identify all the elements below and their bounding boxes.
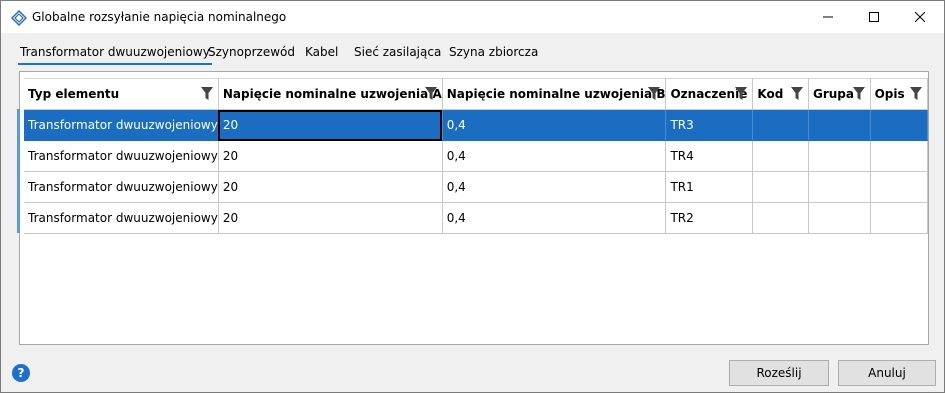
filter-icon[interactable] <box>910 87 922 100</box>
cancel-button[interactable]: Anuluj <box>838 360 936 386</box>
column-header-napiecie-b[interactable]: Napięcie nominalne uzwojenia B <box>442 78 667 110</box>
cell-oznaczenie[interactable]: TR2 <box>665 202 754 234</box>
cell-oznaczenie[interactable]: TR1 <box>665 171 754 203</box>
diamond-icon <box>10 9 28 27</box>
filter-icon[interactable] <box>424 87 437 100</box>
window-title: Globalne rozsyłanie napięcia nominalnego <box>32 10 287 24</box>
maximize-icon <box>869 12 879 22</box>
table-row[interactable]: Transformator dwuuzwojeniowy 20 0,4 TR4 <box>24 140 929 172</box>
column-header-opis[interactable]: Opis <box>870 78 929 110</box>
cell-kod[interactable] <box>752 140 809 172</box>
column-header-typ[interactable]: Typ elementu <box>24 78 219 110</box>
tab-szynoprzewod[interactable]: Szynoprzewód <box>206 45 297 59</box>
column-header-napiecie-a[interactable]: Napięcie nominalne uzwojenia A <box>218 78 443 110</box>
grid-table: Typ elementu Napięcie nominalne uzwojeni… <box>24 78 929 234</box>
cell-typ[interactable]: Transformator dwuuzwojeniowy <box>24 109 219 141</box>
cell-napiecie-a[interactable]: 20 <box>218 171 443 203</box>
tab-siec-zasilajaca[interactable]: Sieć zasilająca <box>352 45 443 59</box>
tab-kabel[interactable]: Kabel <box>303 45 340 59</box>
help-icon[interactable]: ? <box>12 364 30 382</box>
cell-opis[interactable] <box>870 140 929 172</box>
cell-opis[interactable] <box>870 171 929 203</box>
row-marker <box>17 140 20 171</box>
row-marker <box>17 202 20 233</box>
send-button[interactable]: Roześlij <box>729 360 829 386</box>
table-row[interactable]: Transformator dwuuzwojeniowy 20 0,4 TR1 <box>24 171 929 203</box>
filter-icon[interactable] <box>200 87 213 100</box>
row-marker <box>17 171 20 202</box>
filter-icon[interactable] <box>735 87 748 100</box>
cell-napiecie-a[interactable]: 20 <box>218 202 443 234</box>
cell-oznaczenie[interactable]: TR3 <box>665 109 754 141</box>
table-row[interactable]: Transformator dwuuzwojeniowy 20 0,4 TR2 <box>24 202 929 234</box>
row-marker <box>17 109 20 140</box>
minimize-icon <box>823 16 833 18</box>
tab-szyna-zbiorcza[interactable]: Szyna zbiorcza <box>447 45 540 59</box>
cell-opis[interactable] <box>870 202 929 234</box>
dialog-window: Globalne rozsyłanie napięcia nominalnego… <box>0 0 945 393</box>
filter-icon[interactable] <box>648 87 661 100</box>
cell-oznaczenie[interactable]: TR4 <box>665 140 754 172</box>
column-header-grupa[interactable]: Grupa <box>808 78 871 110</box>
filter-icon[interactable] <box>790 87 803 100</box>
cell-grupa[interactable] <box>808 109 871 141</box>
cell-napiecie-a[interactable]: 20 <box>218 140 443 172</box>
cell-typ[interactable]: Transformator dwuuzwojeniowy <box>24 171 219 203</box>
cell-typ[interactable]: Transformator dwuuzwojeniowy <box>24 202 219 234</box>
cell-napiecie-b[interactable]: 0,4 <box>442 140 667 172</box>
cell-napiecie-b[interactable]: 0,4 <box>442 109 667 141</box>
cell-kod[interactable] <box>752 171 809 203</box>
close-button[interactable] <box>897 1 943 33</box>
cell-opis[interactable] <box>870 109 929 141</box>
minimize-button[interactable] <box>805 1 851 33</box>
tab-strip: Transformator dwuuzwojeniowy Szynoprzewó… <box>13 41 933 67</box>
column-header-oznaczenie[interactable]: Oznaczenie <box>665 78 754 110</box>
cell-napiecie-b[interactable]: 0,4 <box>442 171 667 203</box>
data-grid: Typ elementu Napięcie nominalne uzwojeni… <box>17 71 929 345</box>
cell-typ[interactable]: Transformator dwuuzwojeniowy <box>24 140 219 172</box>
header-row: Typ elementu Napięcie nominalne uzwojeni… <box>24 78 929 110</box>
table-row[interactable]: Transformator dwuuzwojeniowy 20 0,4 TR3 <box>24 109 929 141</box>
cell-napiecie-a[interactable]: 20 <box>218 109 443 141</box>
cell-grupa[interactable] <box>808 171 871 203</box>
cell-grupa[interactable] <box>808 140 871 172</box>
cell-kod[interactable] <box>752 202 809 234</box>
title-bar: Globalne rozsyłanie napięcia nominalnego <box>1 1 944 33</box>
tab-transformator[interactable]: Transformator dwuuzwojeniowy <box>18 45 212 65</box>
column-header-kod[interactable]: Kod <box>752 78 809 110</box>
cell-napiecie-b[interactable]: 0,4 <box>442 202 667 234</box>
cell-kod[interactable] <box>752 109 809 141</box>
maximize-button[interactable] <box>851 1 897 33</box>
close-icon <box>915 12 925 22</box>
cell-grupa[interactable] <box>808 202 871 234</box>
filter-icon[interactable] <box>852 87 865 100</box>
